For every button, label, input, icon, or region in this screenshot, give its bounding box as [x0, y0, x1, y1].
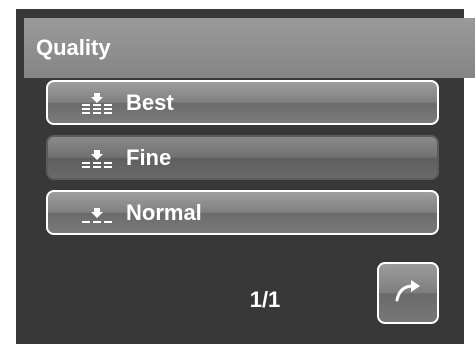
option-label: Fine — [126, 144, 172, 170]
option-best[interactable]: Best — [46, 80, 439, 125]
option-label: Normal — [126, 199, 202, 225]
quality-normal-icon — [80, 202, 120, 224]
quality-fine-icon — [80, 147, 120, 169]
next-page-button[interactable] — [377, 262, 439, 324]
redo-arrow-icon — [393, 278, 423, 309]
quality-best-icon — [80, 92, 120, 114]
option-label: Best — [126, 89, 174, 115]
option-normal[interactable]: Normal — [46, 190, 439, 235]
page-title: Quality — [24, 18, 475, 78]
option-fine[interactable]: Fine — [46, 135, 439, 180]
page-indicator: 1/1 — [249, 287, 281, 312]
quality-menu-screen: Quality Best Fine Normal 1/1 — [16, 9, 475, 344]
